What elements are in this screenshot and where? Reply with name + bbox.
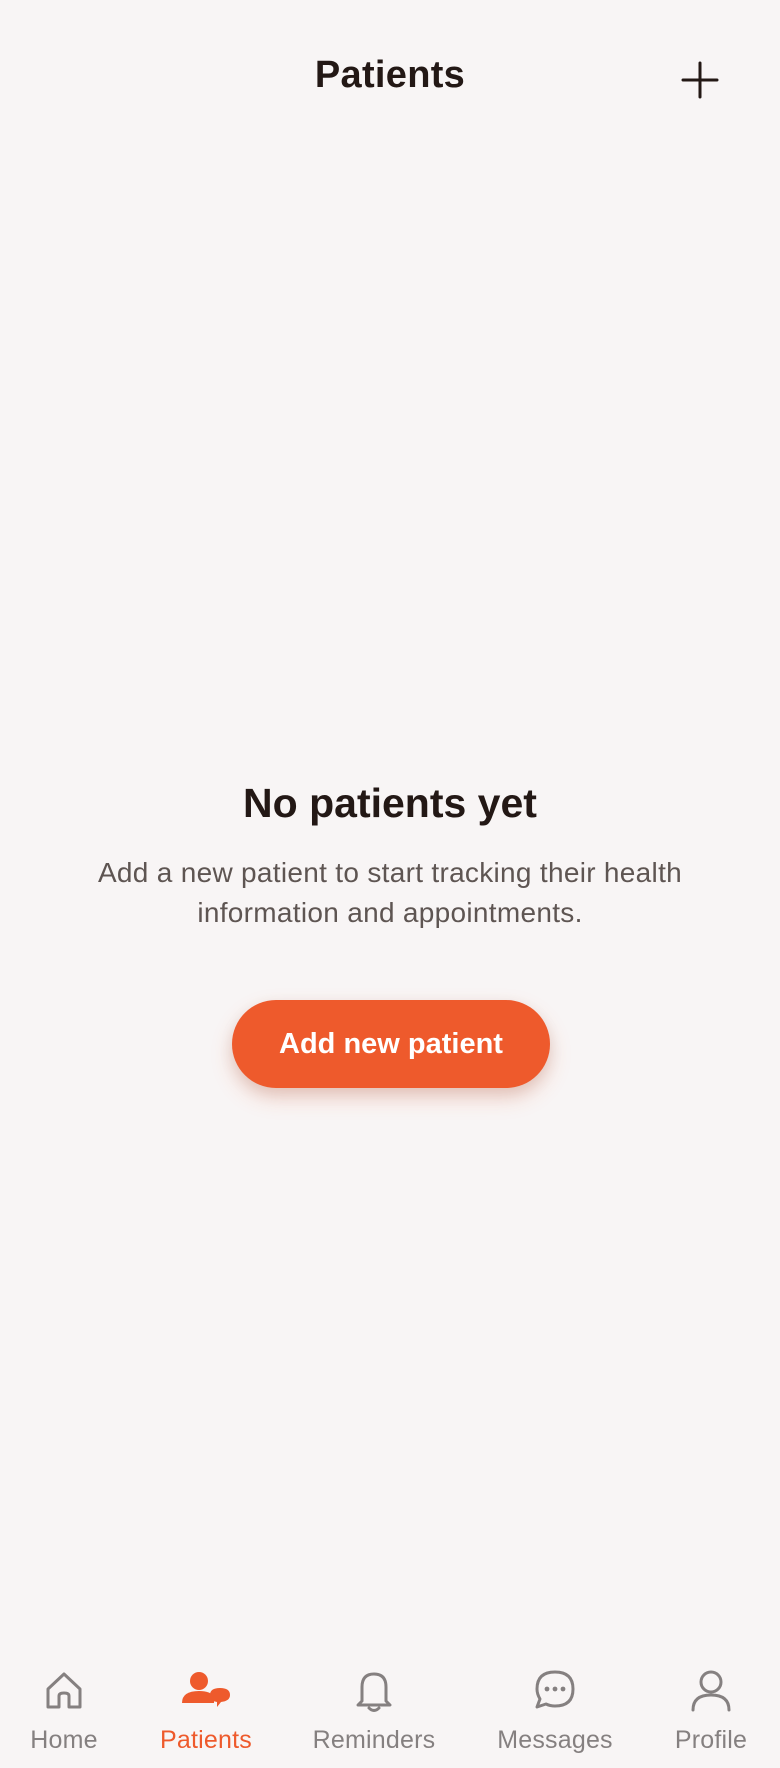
page-title: Patients [314, 54, 466, 96]
empty-state-title: No patients yet [243, 780, 537, 826]
home-icon [46, 1672, 82, 1709]
tab-profile-label: Profile [674, 1726, 748, 1754]
empty-state-description: Add a new patient to start tracking thei… [97, 857, 683, 928]
tab-profile[interactable]: Profile [661, 1644, 761, 1768]
tab-patients-label: Patients [160, 1726, 252, 1754]
tab-messages-label: Messages [497, 1726, 613, 1754]
empty-state: No patients yet Add a new patient to sta… [0, 780, 780, 933]
plus-icon [681, 61, 719, 99]
add-new-patient-button[interactable]: Add new patient [232, 1000, 550, 1088]
add-patient-header-button[interactable] [676, 56, 724, 104]
patients-icon [182, 1672, 230, 1707]
tab-messages[interactable]: Messages [488, 1644, 622, 1768]
chat-bubble-icon [535, 1670, 575, 1709]
tab-home-label: Home [30, 1726, 98, 1754]
bottom-tab-bar: Home Patients Reminders Messages Profile [0, 1644, 780, 1768]
user-icon [691, 1670, 731, 1712]
tab-patients[interactable]: Patients [146, 1644, 266, 1768]
app-header: Patients [0, 0, 780, 160]
patients-screen: Patients No patients yet Add a new patie… [0, 0, 780, 1768]
tab-reminders-label: Reminders [312, 1726, 436, 1754]
bell-icon [356, 1672, 392, 1712]
tab-reminders[interactable]: Reminders [304, 1644, 444, 1768]
tab-home[interactable]: Home [14, 1644, 114, 1768]
